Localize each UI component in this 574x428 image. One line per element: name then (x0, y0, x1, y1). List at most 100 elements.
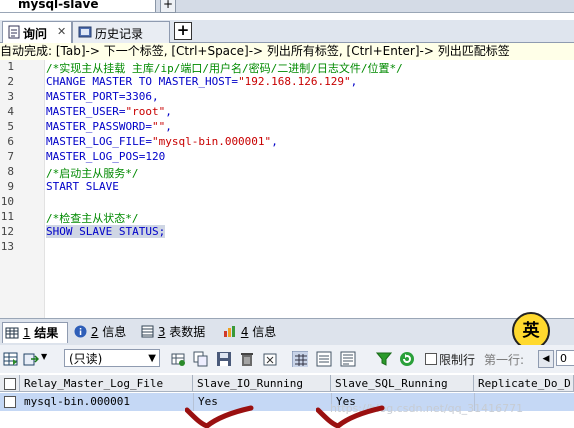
tab-table-data-num: 3 (157, 325, 166, 339)
tab-query[interactable]: 询问 ✕ (2, 21, 72, 43)
discard-icon[interactable] (262, 351, 278, 367)
code-string: "root" (125, 105, 166, 118)
code-line: CHANGE MASTER TO MASTER_HOST="192.168.12… (46, 75, 357, 88)
selected-code: SHOW SLAVE STATUS; (46, 225, 166, 238)
column-header[interactable]: Slave_IO_Running (193, 375, 331, 392)
window-tab-title: mysql-slave (18, 0, 99, 11)
grid-icon (5, 327, 19, 339)
annotation-checkmark (185, 405, 254, 428)
code-line: MASTER_PASSWORD="", (46, 120, 172, 133)
code-line: /*启动主从服务*/ (46, 167, 139, 180)
code-line: START SLAVE (46, 180, 119, 193)
tab-query-label: 询问 (23, 27, 48, 41)
code-token: CHANGE MASTER TO MASTER_HOST= (46, 75, 239, 88)
select-all-checkbox[interactable] (4, 378, 16, 390)
code-line: MASTER_LOG_POS=120 (46, 150, 166, 163)
mode-select[interactable]: (只读) ▼ (64, 349, 160, 367)
line-number: 10 (0, 195, 14, 208)
window-tab[interactable]: mysql-slave (0, 0, 156, 12)
line-number: 6 (7, 135, 14, 148)
editor-tab-bar: 询问 ✕ 历史记录 + (0, 20, 574, 43)
tab-results[interactable]: 1 结果 (2, 322, 68, 343)
new-window-tab-button[interactable]: + (160, 0, 176, 13)
add-row-icon[interactable] (170, 351, 186, 367)
chart-icon (224, 326, 235, 337)
line-number: 2 (7, 75, 14, 88)
code-token: MASTER_LOG_FILE= (46, 135, 152, 148)
tab-close-icon[interactable]: ✕ (57, 25, 66, 38)
save-icon[interactable] (216, 351, 232, 367)
sql-editor[interactable]: 1 2 3 4 5 6 7 8 9 10 11 12 13 /*实现主从挂载 主… (0, 60, 574, 318)
first-row-input[interactable]: 0 (556, 350, 574, 366)
history-icon (78, 26, 92, 38)
add-tab-button[interactable]: + (174, 22, 192, 40)
code-line: MASTER_PORT=3306, (46, 90, 159, 103)
code-token: , (165, 120, 172, 133)
tab-history-label: 历史记录 (95, 27, 144, 41)
previous-page-button[interactable]: ◀ (538, 350, 554, 368)
code-token: , (271, 135, 278, 148)
copy-row-icon[interactable] (193, 351, 209, 367)
tab-results-label: 结果 (34, 326, 59, 340)
delete-icon[interactable] (239, 351, 255, 367)
chevron-down-icon: ▼ (148, 353, 156, 364)
line-number: 11 (0, 210, 14, 223)
grid-view-icon[interactable] (3, 351, 19, 367)
code-string: "192.168.126.129" (238, 75, 351, 88)
line-number: 5 (7, 120, 14, 133)
column-header[interactable]: Slave_SQL_Running (331, 375, 474, 392)
line-number: 1 (7, 60, 14, 73)
code-line: MASTER_USER="root", (46, 105, 172, 118)
table-cell[interactable]: mysql-bin.000001 (20, 393, 193, 411)
code-line: /*检查主从状态*/ (46, 212, 139, 225)
form-mode-icon[interactable] (316, 351, 332, 367)
tab-table-data[interactable]: 3 表数据 (141, 322, 205, 342)
line-number: 4 (7, 105, 14, 118)
code-string: "mysql-bin.000001" (151, 135, 272, 148)
refresh-icon[interactable] (399, 351, 415, 367)
first-row-label: 第一行: (484, 353, 525, 367)
tab-history[interactable]: 历史记录 (72, 21, 170, 43)
line-number: 12 (0, 225, 14, 238)
document-icon (8, 25, 20, 39)
code-token: MASTER_PASSWORD= (46, 120, 152, 133)
export-icon[interactable] (23, 351, 39, 367)
line-number-gutter: 1 2 3 4 5 6 7 8 9 10 11 12 13 (0, 60, 45, 318)
code-token: MASTER_USER= (46, 105, 126, 118)
table-icon (141, 325, 154, 338)
tab-results-num: 1 (22, 326, 31, 340)
limit-rows-checkbox[interactable] (425, 353, 437, 365)
line-number: 7 (7, 150, 14, 163)
code-line: MASTER_LOG_FILE="mysql-bin.000001", (46, 135, 278, 148)
line-number: 13 (0, 240, 14, 253)
select-all-header[interactable] (0, 375, 20, 392)
line-number: 3 (7, 90, 14, 103)
line-number: 9 (7, 180, 14, 193)
results-tab-bar: 1 结果 2 信息 3 表数据 4 信息 (0, 318, 574, 346)
code-line: /*实现主从挂载 主库/ip/端口/用户名/密码/二进制/日志文件/位置*/ (46, 62, 403, 75)
tab-info-2-label: 信息 (252, 325, 277, 339)
row-checkbox[interactable] (4, 396, 16, 408)
annotation-checkmark (316, 405, 385, 428)
tab-info-num: 2 (90, 325, 99, 339)
column-header[interactable]: Replicate_Do_D (474, 375, 574, 392)
export-dropdown-icon[interactable]: ▼ (41, 352, 47, 361)
mode-select-value: (只读) (69, 352, 103, 366)
limit-rows-label: 限制行 (439, 353, 476, 367)
text-mode-icon[interactable] (340, 351, 356, 367)
code-token: , (350, 75, 358, 88)
tab-info[interactable]: 2 信息 (74, 322, 126, 342)
info-icon (74, 325, 87, 338)
tab-info-label: 信息 (102, 325, 127, 339)
column-header[interactable]: Relay_Master_Log_File (20, 375, 193, 392)
tab-info-2[interactable]: 4 信息 (223, 322, 276, 342)
result-grid[interactable]: Relay_Master_Log_File Slave_IO_Running S… (0, 373, 574, 428)
line-number: 8 (7, 165, 14, 178)
autocomplete-hint: 自动完成: [Tab]-> 下一个标签, [Ctrl+Space]-> 列出所有… (0, 43, 574, 61)
filter-icon[interactable] (376, 351, 392, 367)
results-toolbar: ▼ (只读) ▼ 限制行 第一行: ◀ 0 (0, 345, 574, 374)
code-string: "" (151, 120, 166, 133)
code-line: SHOW SLAVE STATUS; (46, 225, 166, 238)
tab-table-data-label: 表数据 (169, 325, 206, 339)
grid-mode-icon[interactable] (292, 351, 308, 367)
